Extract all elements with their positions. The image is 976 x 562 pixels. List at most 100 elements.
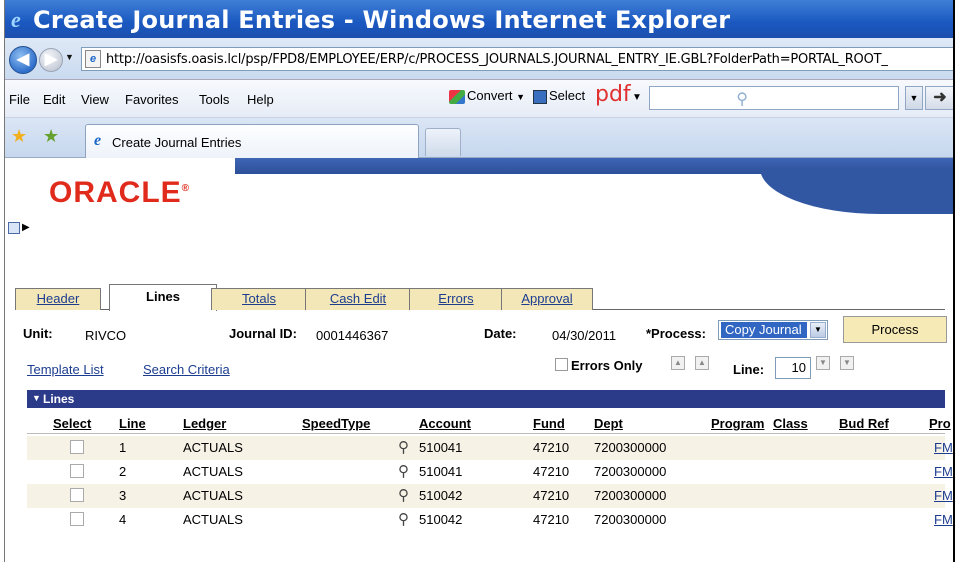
page-tabs: Header Lines Totals Cash Edit Errors App…: [15, 284, 945, 311]
row-dept: 7200300000: [594, 512, 667, 527]
process-label: *Process:: [646, 326, 706, 341]
search-go-button[interactable]: ➜: [925, 86, 953, 110]
add-favorites-icon[interactable]: ★: [43, 126, 59, 147]
search-input[interactable]: ⚲: [649, 86, 899, 110]
recent-pages-dropdown-icon[interactable]: ▼: [65, 52, 74, 62]
row-dept: 7200300000: [594, 488, 667, 503]
logo-mark: ®: [181, 183, 191, 194]
first-line-icon[interactable]: ▲: [671, 356, 685, 370]
grid-column-headers: Select Line Ledger SpeedType Account Fun…: [27, 408, 951, 434]
lines-grid-title: Lines: [43, 392, 75, 406]
row-select-checkbox[interactable]: [70, 512, 84, 526]
process-button[interactable]: Process: [843, 316, 947, 343]
menu-toggle-icon[interactable]: [8, 222, 20, 234]
row-dept: 7200300000: [594, 440, 667, 455]
row-account: 510042: [419, 512, 463, 527]
menu-view[interactable]: View: [81, 92, 109, 107]
col-account[interactable]: Account: [419, 416, 471, 431]
row-select-checkbox[interactable]: [70, 464, 84, 478]
collapse-arrow-icon[interactable]: ▼: [32, 393, 41, 403]
row-fund: 47210: [533, 440, 570, 455]
tab-totals[interactable]: Totals: [211, 288, 307, 310]
row-line: 4: [119, 512, 127, 527]
journal-id-label: Journal ID:: [229, 326, 297, 341]
row-pro-link[interactable]: FM: [934, 512, 953, 527]
next-line-icon[interactable]: ▼: [816, 356, 830, 370]
row-pro-link[interactable]: FM: [934, 440, 953, 455]
menu-edit[interactable]: Edit: [43, 92, 65, 107]
address-url[interactable]: http://oasisfs.oasis.lcl/psp/FPD8/EMPLOY…: [106, 52, 888, 67]
row-line: 2: [119, 464, 127, 479]
new-tab-button[interactable]: [425, 128, 461, 156]
menu-favorites[interactable]: Favorites: [125, 92, 178, 107]
table-row: 4 ACTUALS ⚲ 510042 47210 7200300000 FM: [27, 508, 953, 532]
back-button[interactable]: ◀: [9, 46, 37, 74]
favorites-star-icon[interactable]: ★: [11, 126, 27, 147]
search-icon[interactable]: ⚲: [398, 438, 409, 456]
row-account: 510042: [419, 488, 463, 503]
errors-only-label: Errors Only: [571, 358, 643, 373]
tab-approval[interactable]: Approval: [501, 288, 593, 310]
tab-cash-edit-label: Cash Edit: [329, 291, 387, 306]
search-dropdown-icon[interactable]: ▼: [905, 86, 923, 110]
row-pro-link[interactable]: FM: [934, 488, 953, 503]
chevron-down-icon: ▼: [516, 92, 526, 102]
forward-button[interactable]: ▶: [39, 48, 63, 72]
unit-value: RIVCO: [85, 328, 127, 343]
search-criteria-link[interactable]: Search Criteria: [143, 362, 230, 377]
search-icon: ⚲: [736, 91, 748, 108]
address-bar[interactable]: e http://oasisfs.oasis.lcl/psp/FPD8/EMPL…: [81, 47, 953, 71]
template-list-link[interactable]: Template List: [27, 362, 104, 377]
errors-only-checkbox[interactable]: [555, 358, 568, 371]
search-icon[interactable]: ⚲: [398, 462, 409, 480]
select-button[interactable]: Select: [533, 88, 585, 104]
tab-header[interactable]: Header: [15, 288, 101, 310]
col-speedtype[interactable]: SpeedType: [302, 416, 370, 431]
row-select-checkbox[interactable]: [70, 488, 84, 502]
chevron-down-icon[interactable]: ▼: [810, 322, 826, 338]
menu-file[interactable]: File: [9, 92, 30, 107]
row-select-checkbox[interactable]: [70, 440, 84, 454]
convert-label: Convert: [467, 88, 513, 103]
last-line-icon[interactable]: ▼: [840, 356, 854, 370]
convert-button[interactable]: Convert ▼: [449, 88, 525, 104]
window-title: Create Journal Entries - Windows Interne…: [33, 6, 731, 34]
tab-lines[interactable]: Lines: [109, 284, 217, 311]
browser-tab[interactable]: e Create Journal Entries: [85, 124, 419, 158]
col-program[interactable]: Program: [711, 416, 764, 431]
pdf-logo[interactable]: pdf: [595, 82, 631, 107]
process-select[interactable]: Copy Journal ▼: [718, 320, 828, 340]
screenshot-frame: e Create Journal Entries - Windows Inter…: [0, 0, 976, 562]
lines-grid-header[interactable]: ▼ Lines: [27, 390, 945, 408]
col-fund[interactable]: Fund: [533, 416, 565, 431]
row-fund: 47210: [533, 512, 570, 527]
menu-toggle-arrow-icon[interactable]: ▶: [22, 222, 30, 233]
col-pro[interactable]: Pro: [929, 416, 951, 431]
col-bud-ref[interactable]: Bud Ref: [839, 416, 889, 431]
search-icon[interactable]: ⚲: [398, 486, 409, 504]
row-dept: 7200300000: [594, 464, 667, 479]
banner-curve: [760, 168, 953, 214]
menu-help[interactable]: Help: [247, 92, 274, 107]
col-select[interactable]: Select: [53, 416, 91, 431]
date-label: Date:: [484, 326, 517, 341]
row-ledger: ACTUALS: [183, 512, 243, 527]
col-class[interactable]: Class: [773, 416, 808, 431]
row-pro-link[interactable]: FM: [934, 464, 953, 479]
search-icon[interactable]: ⚲: [398, 510, 409, 528]
menu-tools[interactable]: Tools: [199, 92, 229, 107]
col-ledger[interactable]: Ledger: [183, 416, 226, 431]
convert-icon: [449, 89, 465, 104]
line-count-input[interactable]: 10: [775, 357, 811, 379]
row-line: 1: [119, 440, 127, 455]
tab-cash-edit[interactable]: Cash Edit: [305, 288, 411, 310]
table-row: 3 ACTUALS ⚲ 510042 47210 7200300000 FM: [27, 484, 953, 508]
col-dept[interactable]: Dept: [594, 416, 623, 431]
tab-errors-label: Errors: [438, 291, 474, 306]
pdf-dropdown-icon[interactable]: ▼: [632, 92, 642, 103]
row-account: 510041: [419, 440, 463, 455]
tab-errors[interactable]: Errors: [409, 288, 503, 310]
previous-line-icon[interactable]: ▲: [695, 356, 709, 370]
col-line[interactable]: Line: [119, 416, 146, 431]
ie-logo-icon: e: [11, 7, 21, 32]
